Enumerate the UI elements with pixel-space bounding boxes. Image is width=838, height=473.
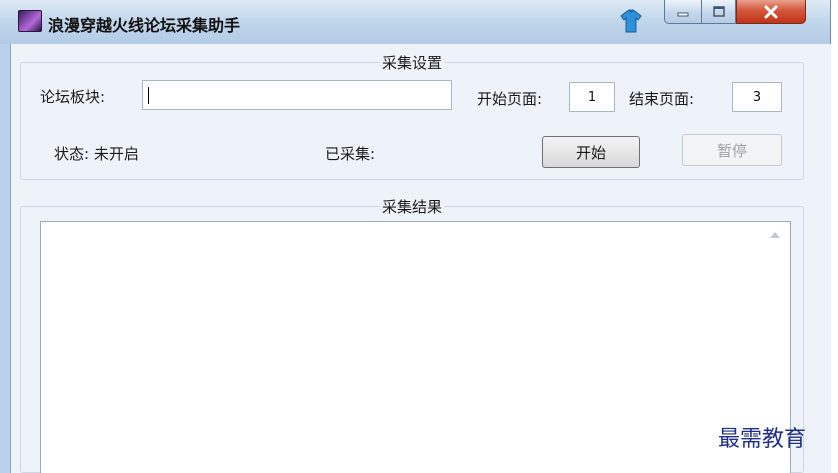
title-bar[interactable]: 浪漫穿越火线论坛采集助手 [0,0,830,44]
results-legend: 采集结果 [381,198,442,216]
minimize-icon [677,12,689,16]
watermark: 最需教育 [718,427,807,452]
start-page-input[interactable]: 1 [569,82,615,112]
close-icon [764,5,778,18]
scroll-up-arrow-icon[interactable] [770,232,780,238]
status-label: 状态: 未开启 [54,145,139,163]
start-button[interactable]: 开始 [542,136,640,168]
app-icon [18,10,42,32]
skin-shirt-icon[interactable] [620,8,642,34]
window-title: 浪漫穿越火线论坛采集助手 [48,16,241,35]
board-label: 论坛板块: [40,88,106,106]
pause-button[interactable]: 暂停 [682,134,782,166]
settings-legend: 采集设置 [381,54,442,72]
collected-label: 已采集: [325,145,376,163]
results-textarea[interactable] [40,221,791,473]
start-page-label: 开始页面: [477,90,543,108]
maximize-button[interactable] [702,0,736,24]
end-page-input[interactable]: 3 [732,82,782,112]
end-page-label: 结束页面: [629,90,695,108]
app-window: 浪漫穿越火线论坛采集助手 采集设置 论坛板块: 开始页面: 1 结束页面: 3 … [0,0,831,473]
close-button[interactable] [736,0,806,24]
maximize-icon [712,5,725,17]
minimize-button[interactable] [664,0,702,24]
text-caret [148,86,149,104]
board-input[interactable] [142,80,452,110]
